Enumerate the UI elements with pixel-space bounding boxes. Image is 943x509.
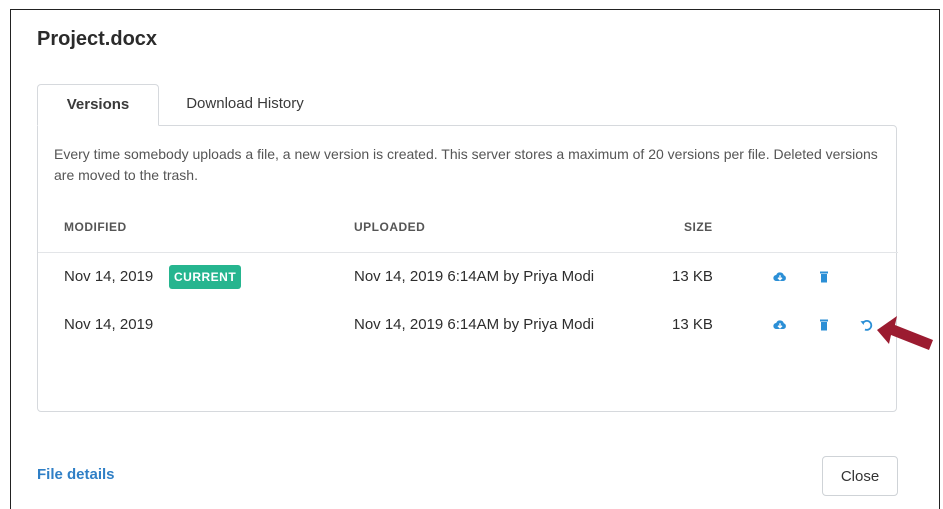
close-button[interactable]: Close xyxy=(822,456,898,496)
table-row: Nov 14, 2019 Nov 14, 2019 6:14AM by Priy… xyxy=(38,302,898,350)
modified-date: Nov 14, 2019 xyxy=(64,268,154,285)
versions-description: Every time somebody uploads a file, a ne… xyxy=(54,146,878,183)
current-badge: CURRENT xyxy=(169,265,242,289)
file-size: 13 KB xyxy=(672,316,713,333)
annotation-arrow-icon xyxy=(877,316,933,350)
file-details-link[interactable]: File details xyxy=(37,466,115,483)
restore-icon[interactable] xyxy=(859,318,873,332)
column-header-size: SIZE xyxy=(684,220,713,234)
file-size: 13 KB xyxy=(672,268,713,285)
dialog-title: Project.docx xyxy=(37,28,158,50)
download-icon[interactable] xyxy=(773,318,787,332)
table-row: Nov 14, 2019 CURRENT Nov 14, 2019 6:14AM… xyxy=(38,254,898,302)
trash-icon[interactable] xyxy=(817,318,831,332)
tab-versions[interactable]: Versions xyxy=(37,84,159,126)
download-icon[interactable] xyxy=(773,270,787,284)
column-header-uploaded: UPLOADED xyxy=(354,220,426,234)
column-header-modified: MODIFIED xyxy=(64,220,127,234)
trash-icon[interactable] xyxy=(817,270,831,284)
modified-date: Nov 14, 2019 xyxy=(64,316,154,333)
table-header: MODIFIED UPLOADED SIZE xyxy=(38,200,898,253)
versions-panel: Every time somebody uploads a file, a ne… xyxy=(37,125,898,412)
tab-download-history[interactable]: Download History xyxy=(165,84,325,126)
uploaded-info: Nov 14, 2019 6:14AM by Priya Modi xyxy=(354,316,595,333)
uploaded-info: Nov 14, 2019 6:14AM by Priya Modi xyxy=(354,268,595,285)
